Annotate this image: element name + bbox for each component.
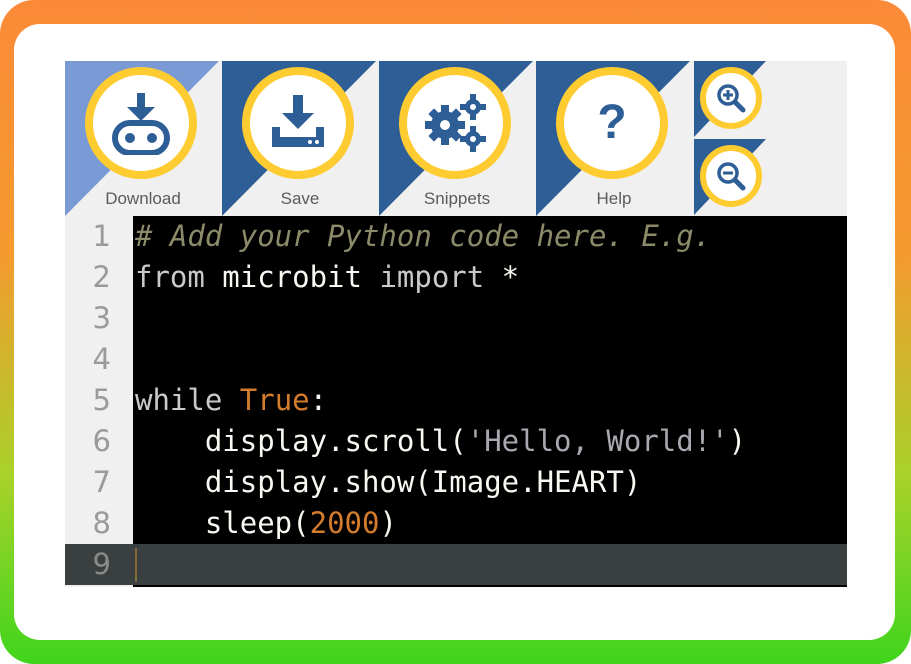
- question-icon: ?: [597, 96, 627, 149]
- code-token-plain: :: [309, 383, 328, 417]
- code-token-plain: ): [728, 424, 747, 458]
- code-token-plain: display.scroll(: [135, 424, 467, 458]
- save-download-icon: [272, 95, 324, 147]
- code-text: display.show(Image.HEART): [135, 462, 642, 503]
- code-token-const: True: [239, 383, 310, 417]
- download-circle: [85, 67, 197, 179]
- code-token-keyword: from: [135, 260, 205, 294]
- code-text: # Add your Python code here. E.g.: [135, 216, 711, 257]
- save-label: Save: [280, 189, 320, 208]
- code-token-plain: microbit: [204, 260, 380, 294]
- snippets-circle: [399, 67, 511, 179]
- code-token-number: 2000: [309, 506, 380, 540]
- snippets-button[interactable]: Snippets: [379, 61, 533, 216]
- code-line[interactable]: 4: [65, 339, 847, 380]
- line-number: 1: [92, 219, 111, 253]
- zoom-in-button[interactable]: [694, 61, 766, 137]
- text-cursor: [135, 548, 137, 582]
- download-button[interactable]: Download: [65, 61, 219, 216]
- microbit-download-icon: [112, 93, 170, 155]
- zoom-out-icon: [717, 162, 746, 191]
- zoom-in-icon: [717, 84, 746, 113]
- zoom-in-circle: [700, 67, 762, 129]
- toolbar: Download Save Snippets ? Help: [65, 61, 847, 216]
- code-line[interactable]: 6 display.scroll('Hello, World!'): [65, 421, 847, 462]
- line-number: 9: [92, 547, 111, 581]
- code-text: display.scroll('Hello, World!'): [135, 421, 746, 462]
- zoom-out-circle: [700, 145, 762, 207]
- code-token-plain: *: [484, 260, 520, 294]
- download-label: Download: [105, 189, 181, 208]
- code-token-keyword: import: [379, 260, 485, 294]
- code-token-plain: display.show(Image.HEART): [135, 465, 642, 499]
- save-button[interactable]: Save: [222, 61, 376, 216]
- snippets-label: Snippets: [423, 189, 491, 208]
- code-line[interactable]: 5 while True:: [65, 380, 847, 421]
- line-number: 6: [92, 424, 111, 458]
- save-circle: [242, 67, 354, 179]
- code-editor[interactable]: 1 # Add your Python code here. E.g. 2 from …: [65, 216, 847, 587]
- line-number: 8: [92, 506, 111, 540]
- code-line[interactable]: 7 display.show(Image.HEART): [65, 462, 847, 503]
- code-line[interactable]: 8 sleep(2000): [65, 503, 847, 544]
- line-number: 3: [92, 301, 111, 335]
- code-token-string: 'Hello, World!': [466, 424, 729, 458]
- code-text: while True:: [135, 380, 327, 421]
- code-line[interactable]: 1 # Add your Python code here. E.g.: [65, 216, 847, 257]
- code-line[interactable]: 2 from microbit import *: [65, 257, 847, 298]
- help-button[interactable]: ? Help: [536, 61, 690, 216]
- code-token-plain: ): [379, 506, 397, 540]
- code-token-plain: sleep(: [135, 506, 310, 540]
- line-number: 5: [92, 383, 111, 417]
- gears-icon: [425, 94, 486, 152]
- line-number: 2: [92, 260, 111, 294]
- line-number: 7: [92, 465, 111, 499]
- editor-app: Download Save Snippets ? Help 1 # Add yo…: [65, 61, 847, 587]
- help-label: Help: [596, 189, 632, 208]
- line-number: 4: [92, 342, 111, 376]
- help-circle: ?: [556, 67, 668, 179]
- code-text: sleep(2000): [135, 503, 397, 544]
- code-token-keyword: while: [135, 383, 223, 417]
- code-line[interactable]: 3: [65, 298, 847, 339]
- code-token-comment: # Add your Python code here. E.g.: [135, 219, 712, 253]
- active-code-line[interactable]: 9: [65, 544, 847, 585]
- zoom-out-button[interactable]: [694, 139, 766, 215]
- code-text: from microbit import *: [135, 257, 519, 298]
